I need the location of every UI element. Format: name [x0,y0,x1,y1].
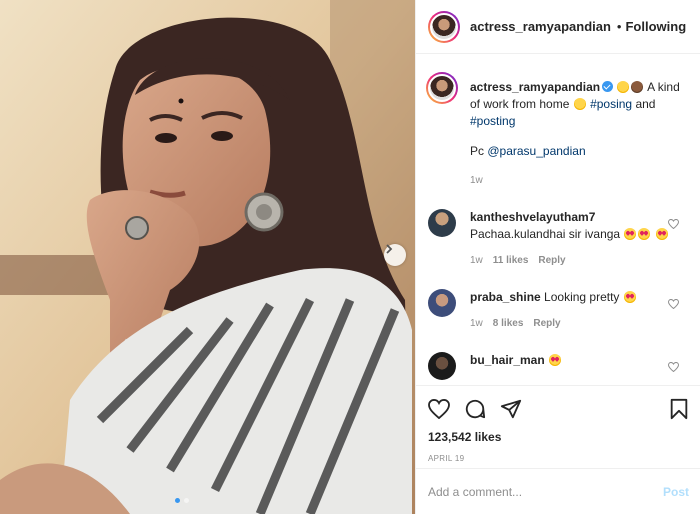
comment-input[interactable] [428,484,663,499]
hashtag-link[interactable]: #posting [470,114,515,128]
bookmark-icon[interactable] [669,398,689,420]
share-icon[interactable] [500,398,522,420]
heart-icon[interactable] [668,299,679,309]
yum-emoji-icon [617,81,630,93]
avatar[interactable] [428,352,456,380]
comment-time[interactable]: 1w [470,315,483,332]
comment-item: kantheshvelayutham7 Pachaa.kulandhai sir… [428,209,689,269]
likes-count[interactable]: 123,542 likes [428,430,689,444]
heart-icon[interactable] [668,362,679,372]
comment-likes[interactable]: 8 likes [493,315,524,332]
yum-emoji-icon [573,98,586,110]
carousel-dot [184,498,189,503]
caption-avatar[interactable] [426,72,458,104]
header-username[interactable]: actress_ramyapandian [470,19,611,34]
add-comment-bar: Post [416,468,700,514]
comment-item: bu_hair_man [428,352,689,380]
heart-eyes-emoji-icon [623,291,636,303]
mention-link[interactable]: @parasu_pandian [487,144,585,158]
comments-list[interactable]: actress_ramyapandian A kind of work from… [416,54,700,385]
following-button[interactable]: Following [625,19,686,34]
avatar[interactable] [428,289,456,317]
comment-icon[interactable] [464,398,486,420]
comment-text: Pachaa.kulandhai sir ivanga [470,227,621,241]
post-date[interactable]: APRIL 19 [428,454,689,463]
heart-eyes-emoji-icon [624,228,637,240]
heart-icon[interactable] [668,219,679,229]
caption-username[interactable]: actress_ramyapandian [470,80,600,94]
heart-eyes-emoji-icon [638,228,651,240]
comment-text: Looking pretty [544,290,620,304]
heart-eyes-emoji-icon [549,354,562,366]
reply-button[interactable]: Reply [533,315,560,332]
hashtag-link[interactable]: #posing [590,97,632,111]
caption-time[interactable]: 1w [470,172,483,189]
comment-username[interactable]: bu_hair_man [470,353,545,367]
comment-time[interactable]: 1w [470,252,483,269]
see-no-evil-emoji-icon [631,81,644,93]
comment-likes[interactable]: 11 likes [493,252,529,269]
comment-username[interactable]: praba_shine [470,290,541,304]
photo-illustration [0,0,415,514]
carousel-dot [175,498,180,503]
avatar[interactable] [428,209,456,237]
comment-item: praba_shine Looking pretty 1w 8 likes Re… [428,289,689,332]
header-separator: • [616,19,622,34]
post-photo[interactable] [0,0,415,514]
caption-and: and [635,97,656,111]
reply-button[interactable]: Reply [538,252,565,269]
heart-icon[interactable] [428,399,450,419]
credit-prefix: Pc [470,144,485,158]
post-side-panel: actress_ramyapandian • Following actress… [415,0,700,514]
carousel-dots [175,498,189,503]
next-arrow-icon[interactable] [384,244,406,266]
post-button[interactable]: Post [663,485,689,499]
post-header: actress_ramyapandian • Following [416,0,700,54]
heart-eyes-emoji-icon [655,228,668,240]
comment-username[interactable]: kantheshvelayutham7 [470,210,595,224]
avatar[interactable] [428,10,460,43]
post-actions: 123,542 likes APRIL 19 [416,385,700,463]
caption: actress_ramyapandian A kind of work from… [426,72,689,189]
verified-icon [602,81,614,92]
